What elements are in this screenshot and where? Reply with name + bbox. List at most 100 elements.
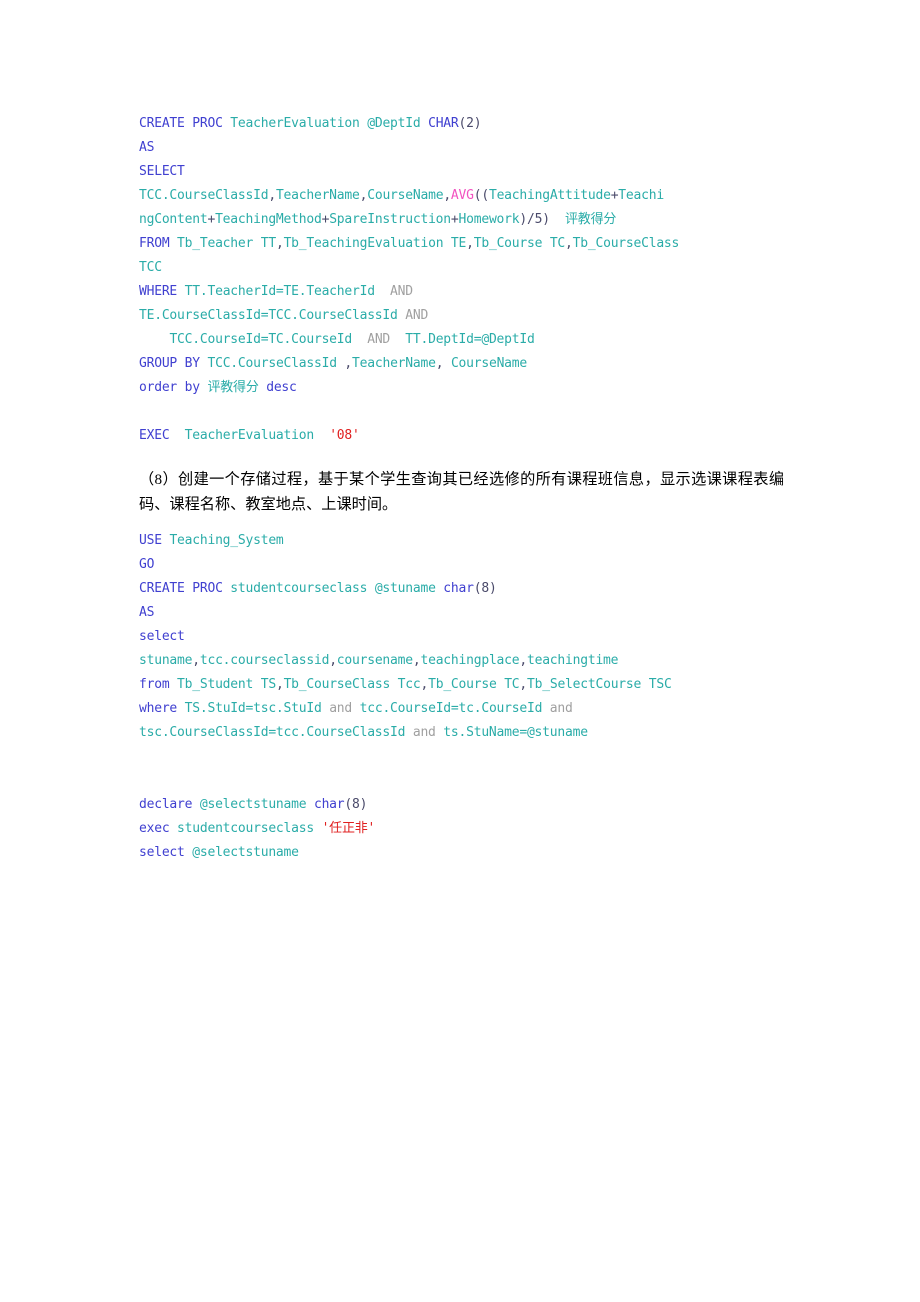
spacer-after-prose	[139, 517, 784, 529]
code-token: BY	[184, 356, 200, 371]
code-token: select	[139, 845, 185, 860]
code-line: WHERE TT.TeacherId=TE.TeacherId AND	[139, 280, 784, 304]
code-token: Homework	[458, 212, 520, 227]
code-block-teacher-evaluation: CREATE PROC TeacherEvaluation @DeptId CH…	[139, 112, 784, 448]
code-token: teachingplace	[420, 653, 520, 668]
code-token: ,	[275, 677, 284, 692]
code-token: Tb_Student	[177, 677, 254, 692]
code-token: FROM	[139, 236, 170, 251]
code-token: Tb_Teacher	[177, 236, 254, 251]
code-token: @selectstuname	[199, 797, 307, 812]
code-token: ,	[329, 653, 337, 668]
code-token: Tb_CourseClass	[283, 677, 391, 692]
code-token: desc	[266, 380, 297, 395]
code-token: from	[139, 677, 170, 692]
code-line: AS	[139, 601, 784, 625]
code-token: +	[450, 212, 459, 227]
code-token: by	[184, 380, 200, 395]
code-token: ,	[420, 677, 429, 692]
code-token: Tb_Course	[473, 236, 543, 251]
code-token: @stuname	[374, 581, 436, 596]
code-token: ,	[192, 653, 200, 668]
code-line: GO	[139, 553, 784, 577]
code-token: ,	[275, 236, 284, 251]
code-token: USE	[139, 533, 162, 548]
code-token: TSC	[648, 677, 672, 692]
code-token: AS	[139, 605, 155, 620]
code-token: stuname	[139, 653, 193, 668]
code-token: '08'	[329, 428, 360, 443]
code-token: Tb_SelectCourse	[527, 677, 642, 692]
code-token: order	[139, 380, 178, 395]
code-token: 评教得分	[207, 380, 259, 395]
code-line: EXEC TeacherEvaluation '08'	[139, 424, 784, 448]
code-line: declare @selectstuname char(8)	[139, 793, 784, 817]
code-token: TCC.CourseId=TC.CourseId	[169, 332, 352, 347]
code-token: TT	[260, 236, 276, 251]
code-token: AND	[367, 332, 391, 347]
code-token: exec	[139, 821, 170, 836]
code-token: select	[139, 629, 185, 644]
code-token: TCC.CourseClassId	[139, 188, 269, 203]
code-token: (2)	[458, 116, 482, 131]
document-page: CREATE PROC TeacherEvaluation @DeptId CH…	[0, 0, 920, 1302]
code-token: AS	[139, 140, 155, 155]
code-token: CourseName	[367, 188, 444, 203]
code-token: SELECT	[139, 164, 185, 179]
code-line: tsc.CourseClassId=tcc.CourseClassId and …	[139, 721, 784, 745]
spacer-before-prose	[139, 448, 784, 467]
code-token: declare	[139, 797, 193, 812]
code-token: ts.StuName=@stuname	[443, 725, 588, 740]
code-token: CHAR	[428, 116, 459, 131]
code-line: AS	[139, 136, 784, 160]
code-token: TT.DeptId=@DeptId	[405, 332, 535, 347]
code-token: and	[412, 725, 436, 740]
code-token: '任正非'	[321, 821, 376, 836]
code-block-studentcourseclass: USE Teaching_System GO CREATE PROC student…	[139, 529, 784, 865]
code-token: (8)	[344, 797, 368, 812]
code-line: GROUP BY TCC.CourseClassId ,TeacherName,…	[139, 352, 784, 376]
code-token: TE	[450, 236, 467, 251]
code-line: FROM Tb_Teacher TT,Tb_TeachingEvaluation…	[139, 232, 784, 256]
code-token: CREATE	[139, 116, 185, 131]
code-token: TeacherEvaluation	[230, 116, 360, 131]
code-token: EXEC	[139, 428, 170, 443]
code-token: and	[329, 701, 353, 716]
code-token: ,	[268, 188, 276, 203]
code-line: exec studentcourseclass '任正非'	[139, 817, 784, 841]
code-token: TC	[549, 236, 566, 251]
code-token: TT.TeacherId=TE.TeacherId	[184, 284, 375, 299]
code-line: USE Teaching_System	[139, 529, 784, 553]
code-line: SELECT	[139, 160, 784, 184]
code-token: Tb_CourseClass	[572, 236, 680, 251]
question-8-paragraph: （8）创建一个存储过程，基于某个学生查询其已经选修的所有课程班信息，显示选课课程…	[139, 471, 784, 513]
code-token: 评教得分	[565, 212, 617, 227]
code-line: TCC.CourseClassId,TeacherName,CourseName…	[139, 184, 784, 208]
code-token: Tcc	[397, 677, 421, 692]
code-token: coursename	[336, 653, 413, 668]
code-token: )/5)	[519, 212, 550, 227]
code-line: TCC	[139, 256, 784, 280]
code-token: TeachingAttitude	[488, 188, 611, 203]
